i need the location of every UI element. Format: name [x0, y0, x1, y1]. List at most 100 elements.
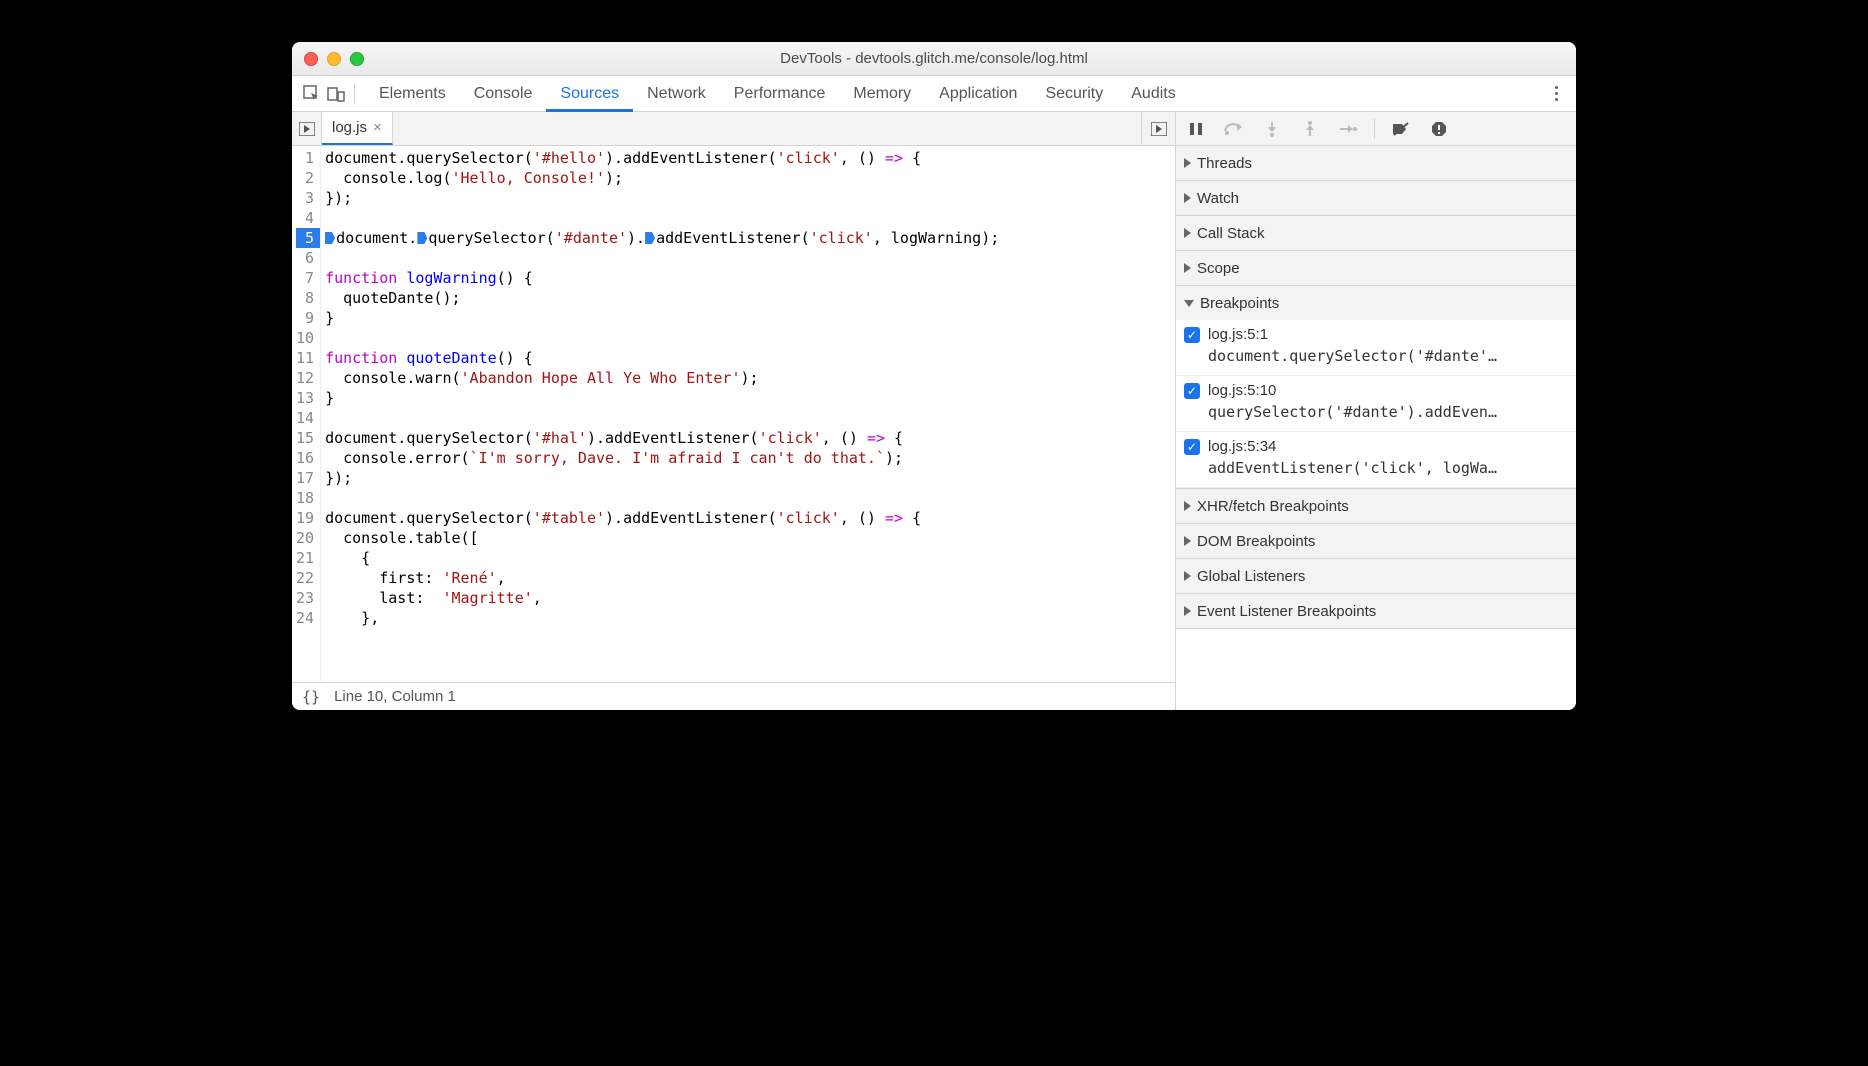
code-line[interactable]: } — [325, 308, 1171, 328]
line-number[interactable]: 20 — [296, 528, 314, 548]
code-line[interactable]: }); — [325, 468, 1171, 488]
tab-performance[interactable]: Performance — [720, 76, 840, 112]
window-title: DevTools - devtools.glitch.me/console/lo… — [292, 50, 1576, 67]
line-number[interactable]: 24 — [296, 608, 314, 628]
code-line[interactable]: }); — [325, 188, 1171, 208]
pane-callstack[interactable]: Call Stack — [1176, 216, 1576, 250]
breakpoint-item[interactable]: ✓log.js:5:10querySelector('#dante').addE… — [1176, 376, 1576, 432]
tab-elements[interactable]: Elements — [365, 76, 460, 112]
debugger-toolbar — [1176, 112, 1576, 146]
pane-threads[interactable]: Threads — [1176, 146, 1576, 180]
breakpoint-checkbox[interactable]: ✓ — [1184, 439, 1200, 455]
show-navigator-icon[interactable] — [292, 112, 322, 145]
code-line[interactable]: document.querySelector('#table').addEven… — [325, 508, 1171, 528]
line-number[interactable]: 15 — [296, 428, 314, 448]
code-line[interactable] — [325, 488, 1171, 508]
step-out-icon[interactable] — [1298, 117, 1322, 141]
line-number[interactable]: 18 — [296, 488, 314, 508]
code-line[interactable]: quoteDante(); — [325, 288, 1171, 308]
breakpoint-label: log.js:5:1 — [1208, 326, 1268, 343]
step-over-icon[interactable] — [1222, 117, 1246, 141]
line-number[interactable]: 8 — [296, 288, 314, 308]
breakpoint-checkbox[interactable]: ✓ — [1184, 383, 1200, 399]
tab-application[interactable]: Application — [925, 76, 1031, 112]
code-line[interactable]: } — [325, 388, 1171, 408]
line-number[interactable]: 21 — [296, 548, 314, 568]
code-line[interactable]: first: 'René', — [325, 568, 1171, 588]
breakpoint-label: log.js:5:34 — [1208, 438, 1276, 455]
line-number[interactable]: 23 — [296, 588, 314, 608]
code-area[interactable]: document.querySelector('#hello').addEven… — [321, 146, 1175, 682]
line-number[interactable]: 4 — [296, 208, 314, 228]
code-line[interactable]: { — [325, 548, 1171, 568]
line-number[interactable]: 17 — [296, 468, 314, 488]
line-number[interactable]: 3 — [296, 188, 314, 208]
tab-audits[interactable]: Audits — [1117, 76, 1189, 112]
code-line[interactable]: console.warn('Abandon Hope All Ye Who En… — [325, 368, 1171, 388]
more-options-icon[interactable] — [1544, 82, 1568, 105]
line-gutter[interactable]: 123456789101112131415161718192021222324 — [292, 146, 321, 682]
code-line[interactable] — [325, 248, 1171, 268]
line-number[interactable]: 7 — [296, 268, 314, 288]
tab-security[interactable]: Security — [1031, 76, 1117, 112]
breakpoint-item[interactable]: ✓log.js:5:34addEventListener('click', lo… — [1176, 432, 1576, 488]
line-number[interactable]: 19 — [296, 508, 314, 528]
code-line[interactable] — [325, 208, 1171, 228]
breakpoint-marker-icon[interactable] — [417, 232, 427, 244]
pause-on-exceptions-icon[interactable] — [1427, 117, 1451, 141]
tab-network[interactable]: Network — [633, 76, 720, 112]
code-line[interactable]: document.querySelector('#hal').addEventL… — [325, 428, 1171, 448]
pane-watch[interactable]: Watch — [1176, 181, 1576, 215]
code-line[interactable]: document.querySelector('#dante').addEven… — [325, 228, 1171, 248]
line-number[interactable]: 6 — [296, 248, 314, 268]
pane-breakpoints[interactable]: Breakpoints — [1176, 286, 1576, 320]
pane-scope[interactable]: Scope — [1176, 251, 1576, 285]
code-line[interactable]: last: 'Magritte', — [325, 588, 1171, 608]
code-line[interactable] — [325, 408, 1171, 428]
step-icon[interactable] — [1336, 117, 1360, 141]
pane-global-listeners[interactable]: Global Listeners — [1176, 559, 1576, 593]
line-number[interactable]: 5 — [296, 228, 320, 248]
pane-xhr-breakpoints[interactable]: XHR/fetch Breakpoints — [1176, 489, 1576, 523]
line-number[interactable]: 13 — [296, 388, 314, 408]
device-toolbar-icon[interactable] — [324, 82, 348, 106]
step-into-icon[interactable] — [1260, 117, 1284, 141]
debugger-sidebar: Threads Watch Call Stack Scope Breakpoin… — [1176, 112, 1576, 710]
code-line[interactable]: console.error(`I'm sorry, Dave. I'm afra… — [325, 448, 1171, 468]
line-number[interactable]: 1 — [296, 148, 314, 168]
expand-icon — [1184, 571, 1191, 581]
pretty-print-icon[interactable]: {} — [302, 688, 320, 706]
pane-event-listener-breakpoints[interactable]: Event Listener Breakpoints — [1176, 594, 1576, 628]
file-tab-logjs[interactable]: log.js × — [322, 112, 393, 145]
code-line[interactable]: function quoteDante() { — [325, 348, 1171, 368]
tab-console[interactable]: Console — [460, 76, 547, 112]
code-line[interactable]: function logWarning() { — [325, 268, 1171, 288]
line-number[interactable]: 10 — [296, 328, 314, 348]
code-editor[interactable]: 123456789101112131415161718192021222324 … — [292, 146, 1175, 682]
tab-memory[interactable]: Memory — [839, 76, 925, 112]
code-line[interactable]: console.table([ — [325, 528, 1171, 548]
code-line[interactable]: }, — [325, 608, 1171, 628]
inspect-element-icon[interactable] — [300, 82, 324, 106]
pause-icon[interactable] — [1184, 117, 1208, 141]
breakpoint-marker-icon[interactable] — [325, 232, 335, 244]
code-line[interactable]: console.log('Hello, Console!'); — [325, 168, 1171, 188]
code-line[interactable]: document.querySelector('#hello').addEven… — [325, 148, 1171, 168]
pane-dom-breakpoints[interactable]: DOM Breakpoints — [1176, 524, 1576, 558]
deactivate-breakpoints-icon[interactable] — [1389, 117, 1413, 141]
more-tabs-icon[interactable] — [1141, 112, 1175, 145]
line-number[interactable]: 16 — [296, 448, 314, 468]
breakpoint-marker-icon[interactable] — [645, 232, 655, 244]
line-number[interactable]: 14 — [296, 408, 314, 428]
code-line[interactable] — [325, 328, 1171, 348]
close-tab-icon[interactable]: × — [373, 119, 382, 136]
line-number[interactable]: 9 — [296, 308, 314, 328]
line-number[interactable]: 22 — [296, 568, 314, 588]
breakpoint-checkbox[interactable]: ✓ — [1184, 327, 1200, 343]
line-number[interactable]: 2 — [296, 168, 314, 188]
breakpoint-snippet: querySelector('#dante').addEven… — [1208, 403, 1568, 421]
line-number[interactable]: 11 — [296, 348, 314, 368]
line-number[interactable]: 12 — [296, 368, 314, 388]
breakpoint-item[interactable]: ✓log.js:5:1document.querySelector('#dant… — [1176, 320, 1576, 376]
tab-sources[interactable]: Sources — [546, 76, 633, 112]
